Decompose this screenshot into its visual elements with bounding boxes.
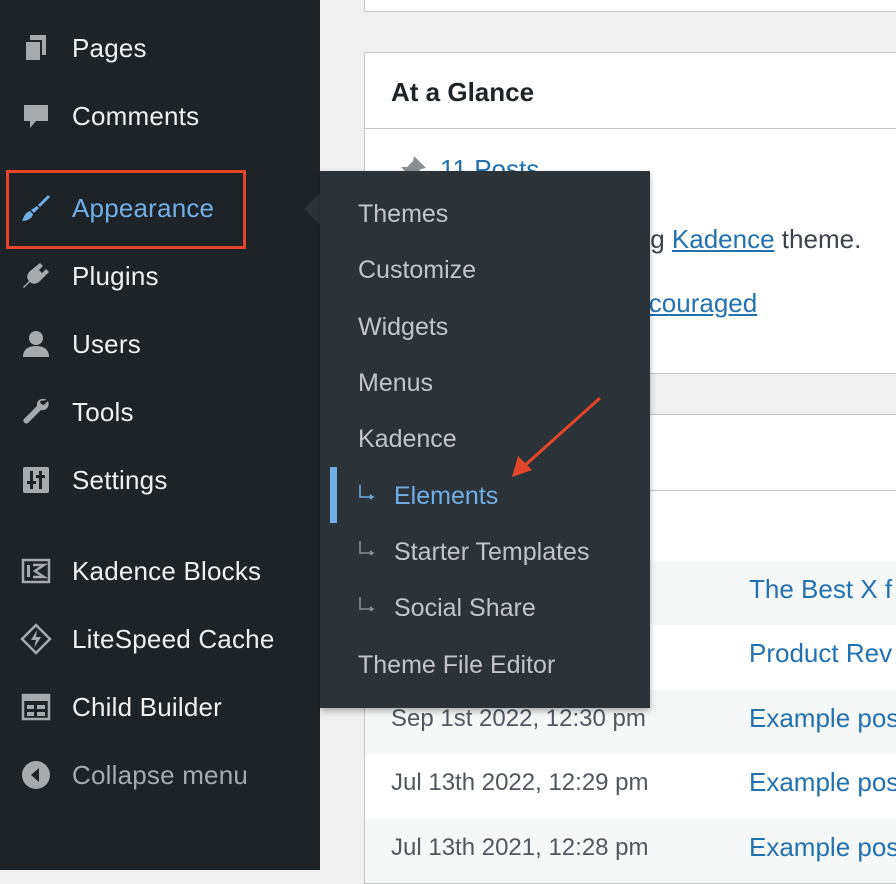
theme-suffix: theme. bbox=[774, 224, 862, 254]
activity-post-link[interactable]: Example pos bbox=[749, 767, 896, 798]
litespeed-icon bbox=[18, 621, 54, 657]
submenu-item-label: Social Share bbox=[394, 594, 536, 622]
activity-date: Jul 13th 2021, 12:28 pm bbox=[391, 834, 649, 861]
activity-post-link[interactable]: Product Rev bbox=[749, 638, 892, 669]
sidebar-item-tools[interactable]: Tools bbox=[0, 382, 320, 442]
child-indent-icon bbox=[358, 596, 376, 616]
activity-post-link[interactable]: Example pos bbox=[749, 703, 896, 734]
users-icon bbox=[18, 326, 54, 362]
sidebar-item-settings[interactable]: Settings bbox=[0, 450, 320, 510]
kadence-blocks-icon bbox=[18, 553, 54, 589]
theme-info-text: ing Kadence theme. bbox=[630, 224, 861, 255]
settings-icon bbox=[18, 462, 54, 498]
admin-sidebar: Pages Comments Appearance Plugins Users … bbox=[0, 0, 320, 870]
comments-icon bbox=[18, 98, 54, 134]
flyout-pointer bbox=[304, 193, 320, 225]
child-builder-icon bbox=[18, 689, 54, 725]
dashboard-widget-top bbox=[364, 0, 896, 12]
submenu-item-starter-templates[interactable]: Starter Templates bbox=[320, 524, 650, 580]
sidebar-item-label: Child Builder bbox=[72, 691, 223, 722]
sidebar-item-label: Kadence Blocks bbox=[72, 555, 262, 586]
sidebar-item-label: Plugins bbox=[72, 260, 159, 291]
highlight-annotation-box bbox=[6, 170, 246, 249]
sidebar-item-pages[interactable]: Pages bbox=[0, 18, 320, 78]
submenu-item-theme-file-editor[interactable]: Theme File Editor bbox=[320, 637, 650, 693]
sidebar-item-label: Collapse menu bbox=[72, 759, 249, 790]
sidebar-item-comments[interactable]: Comments bbox=[0, 86, 320, 146]
wrench-icon bbox=[18, 394, 54, 430]
sidebar-item-litespeed-cache[interactable]: LiteSpeed Cache bbox=[0, 609, 320, 669]
submenu-item-label: Theme File Editor bbox=[358, 651, 556, 679]
child-indent-icon bbox=[358, 484, 376, 504]
sidebar-item-users[interactable]: Users bbox=[0, 314, 320, 374]
sidebar-item-label: Pages bbox=[72, 32, 147, 63]
submenu-item-customize[interactable]: Customize bbox=[320, 242, 650, 298]
collapse-menu-button[interactable]: Collapse menu bbox=[0, 745, 320, 805]
activity-row: Jul 13th 2022, 12:29 pm Example pos bbox=[365, 754, 896, 818]
submenu-item-label: Starter Templates bbox=[394, 538, 590, 566]
sidebar-item-label: Tools bbox=[72, 396, 134, 427]
red-arrow-annotation bbox=[512, 396, 602, 477]
activity-date: Sep 1st 2022, 12:30 pm bbox=[391, 705, 646, 732]
sidebar-item-label: Settings bbox=[72, 464, 168, 495]
activity-date: Jul 13th 2022, 12:29 pm bbox=[391, 769, 649, 796]
sidebar-item-kadence-blocks[interactable]: Kadence Blocks bbox=[0, 541, 320, 601]
submenu-item-label: Menus bbox=[358, 369, 434, 397]
sidebar-item-label: Comments bbox=[72, 100, 200, 131]
collapse-icon bbox=[18, 757, 54, 793]
sidebar-item-label: Users bbox=[72, 328, 141, 359]
submenu-item-themes[interactable]: Themes bbox=[320, 186, 650, 242]
theme-link[interactable]: Kadence bbox=[672, 224, 775, 254]
submenu-item-label: Elements bbox=[394, 482, 499, 510]
widget-header: At a Glance bbox=[365, 53, 896, 129]
sidebar-item-label: LiteSpeed Cache bbox=[72, 623, 275, 654]
sidebar-item-plugins[interactable]: Plugins bbox=[0, 246, 320, 306]
activity-post-link[interactable]: Example pos bbox=[749, 832, 896, 863]
activity-row: Jul 13th 2021, 12:28 pm Example pos bbox=[365, 819, 896, 883]
child-indent-icon bbox=[358, 540, 376, 560]
activity-post-link[interactable]: The Best X f bbox=[749, 574, 892, 605]
widget-title: At a Glance bbox=[391, 77, 535, 107]
submenu-item-label: Kadence bbox=[358, 425, 457, 453]
sidebar-item-child-builder[interactable]: Child Builder bbox=[0, 677, 320, 737]
submenu-item-label: Customize bbox=[358, 256, 477, 284]
submenu-item-social-share[interactable]: Social Share bbox=[320, 580, 650, 636]
submenu-item-widgets[interactable]: Widgets bbox=[320, 299, 650, 355]
pages-icon bbox=[18, 30, 54, 66]
plugin-icon bbox=[18, 258, 54, 294]
submenu-item-label: Themes bbox=[358, 200, 449, 228]
submenu-item-label: Widgets bbox=[358, 313, 449, 341]
